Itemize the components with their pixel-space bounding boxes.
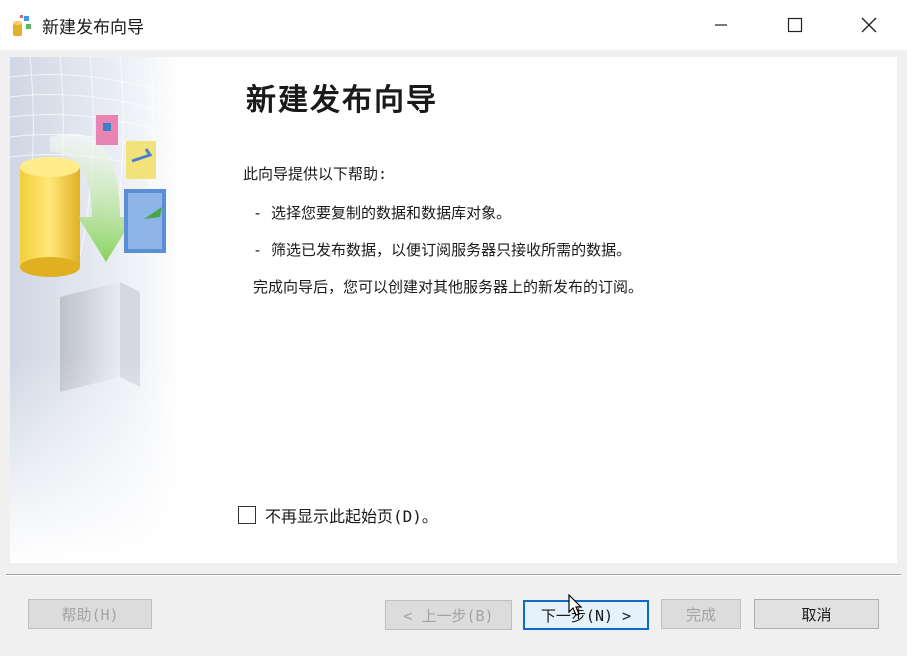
closing-text: 完成向导后，您可以创建对其他服务器上的新发布的订阅。 xyxy=(253,278,644,296)
footer-divider-highlight xyxy=(6,575,901,576)
skip-start-page-option[interactable]: 不再显示此起始页(D)。 xyxy=(238,503,438,527)
title-bar: 新建发布向导 xyxy=(0,0,907,50)
back-button[interactable]: < 上一步(B) xyxy=(385,600,512,630)
minimize-button[interactable] xyxy=(684,0,758,50)
wizard-page: 新建发布向导 此向导提供以下帮助: - 选择您要复制的数据和数据库对象。 - 筛… xyxy=(10,57,897,563)
bullet-item: - 选择您要复制的数据和数据库对象。 xyxy=(253,204,512,222)
maximize-icon xyxy=(787,17,803,33)
help-button[interactable]: 帮助(H) xyxy=(28,599,152,629)
skip-start-page-label[interactable]: 不再显示此起始页(D)。 xyxy=(265,503,438,527)
next-button[interactable]: 下一步(N) > xyxy=(523,600,649,630)
skip-start-page-checkbox[interactable] xyxy=(238,506,256,524)
minimize-icon xyxy=(715,24,727,26)
publication-wizard-icon xyxy=(13,15,31,36)
database-publish-illustration xyxy=(10,57,182,563)
cancel-button[interactable]: 取消 xyxy=(754,599,879,629)
window-title: 新建发布向导 xyxy=(42,18,144,38)
intro-text: 此向导提供以下帮助: xyxy=(243,165,388,183)
close-icon xyxy=(861,17,877,33)
finish-button[interactable]: 完成 xyxy=(661,599,741,629)
maximize-button[interactable] xyxy=(758,0,832,50)
mouse-pointer-icon xyxy=(568,594,583,616)
close-button[interactable] xyxy=(832,0,906,50)
page-title: 新建发布向导 xyxy=(246,83,438,118)
bullet-item: - 筛选已发布数据，以便订阅服务器只接收所需的数据。 xyxy=(253,241,632,259)
